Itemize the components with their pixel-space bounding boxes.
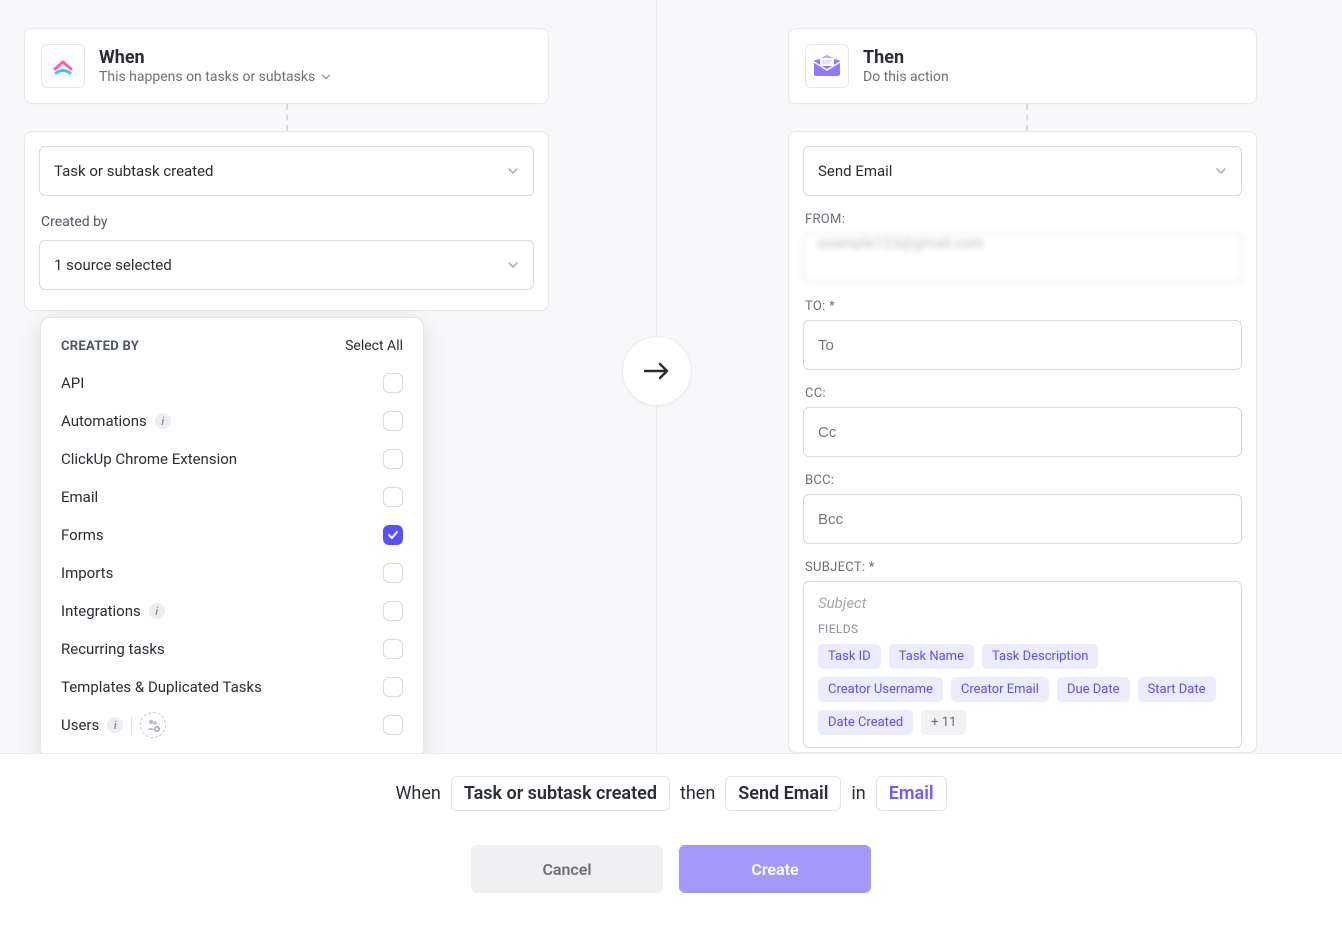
subject-box[interactable]: Subject FIELDS Task ID Task Name Task Desc… [803,581,1242,748]
summary-then-word: then [680,783,715,804]
option-checkbox[interactable] [383,715,403,735]
separator [131,716,132,734]
clickup-app-icon [41,44,85,88]
chevron-down-icon[interactable] [321,72,331,82]
created-by-option[interactable]: Imports [59,554,405,592]
subject-label: SUBJECT: * [805,560,1242,575]
cc-label: CC: [805,386,1242,401]
field-chip[interactable]: Start Date [1138,677,1216,702]
users-extra [131,712,166,738]
created-by-option[interactable]: Usersi [59,706,405,744]
add-people-icon[interactable] [140,712,166,738]
bcc-label: BCC: [805,473,1242,488]
created-by-option[interactable]: Automations i [59,402,405,440]
option-checkbox[interactable] [383,563,403,583]
option-label: Templates & Duplicated Tasks [61,678,262,696]
bcc-field[interactable] [803,494,1242,544]
envelope-icon [813,55,841,77]
summary-location-token[interactable]: Email [876,776,947,811]
fields-section-label: FIELDS [818,622,1227,636]
option-checkbox[interactable] [383,411,403,431]
trigger-event-value: Task or subtask created [54,162,214,180]
option-label: Forms [61,526,104,544]
connector-trigger-dash [286,104,288,131]
field-chip[interactable]: Due Date [1057,677,1130,702]
field-chip[interactable]: Creator Email [951,677,1049,702]
info-icon[interactable]: i [155,413,171,429]
create-button[interactable]: Create [679,845,871,893]
option-label: Email [61,488,98,506]
footer-bar: When Task or subtask created then Send E… [0,753,1342,928]
action-title: Then [863,47,949,69]
option-label: Recurring tasks [61,640,165,658]
action-header-card[interactable]: Then Do this action [788,28,1257,104]
created-by-option[interactable]: Recurring tasks [59,630,405,668]
trigger-event-select[interactable]: Task or subtask created [39,146,534,196]
flow-arrow-circle [622,336,692,406]
field-chip[interactable]: Date Created [818,710,913,735]
field-chip[interactable]: Task Name [889,644,974,669]
summary-in-word: in [851,783,865,804]
created-by-option[interactable]: Forms [59,516,405,554]
option-checkbox[interactable] [383,449,403,469]
chevron-down-icon [507,165,519,177]
field-chip[interactable]: Task ID [818,644,881,669]
arrow-right-icon [641,359,673,383]
created-by-option[interactable]: Email [59,478,405,516]
trigger-config-card: Task or subtask created Created by 1 sou… [24,131,549,311]
option-label: API [61,374,84,392]
created-by-popover: CREATED BY Select All API Automations i Cli… [40,317,424,759]
from-field: example123@gmail.com [803,233,1242,283]
option-checkbox[interactable] [383,639,403,659]
trigger-title: When [99,47,331,69]
field-chip-more[interactable]: + 11 [921,710,966,735]
chevron-down-icon [507,259,519,271]
option-checkbox[interactable] [383,373,403,393]
option-checkbox[interactable] [383,487,403,507]
automation-summary: When Task or subtask created then Send E… [395,776,946,811]
created-by-option[interactable]: Integrations i [59,592,405,630]
trigger-subtitle: This happens on tasks or subtasks [99,69,315,85]
trigger-header-card[interactable]: When This happens on tasks or subtasks [24,28,549,104]
action-config-card: Send Email FROM: example123@gmail.com TO… [788,131,1257,753]
created-by-option[interactable]: API [59,364,405,402]
chevron-down-icon [1215,165,1227,177]
subject-placeholder: Subject [818,594,1227,612]
created-by-value: 1 source selected [54,256,172,274]
created-by-option[interactable]: ClickUp Chrome Extension [59,440,405,478]
clickup-logo-icon [51,54,75,78]
option-label: ClickUp Chrome Extension [61,450,237,468]
option-checkbox[interactable] [383,677,403,697]
action-subtitle: Do this action [863,69,949,85]
field-chip[interactable]: Task Description [982,644,1098,669]
summary-trigger-token[interactable]: Task or subtask created [451,776,670,811]
action-type-select[interactable]: Send Email [803,146,1242,196]
info-icon[interactable]: i [149,603,165,619]
cancel-button[interactable]: Cancel [471,845,663,893]
connector-action-dash [1026,104,1028,131]
option-label: Automations [61,412,147,430]
to-label: TO: * [805,299,1242,314]
created-by-label: Created by [41,214,534,230]
summary-action-token[interactable]: Send Email [725,776,841,811]
option-checkbox[interactable] [383,601,403,621]
to-field[interactable] [803,320,1242,370]
option-checkbox[interactable] [383,525,403,545]
from-label: FROM: [805,212,1242,227]
option-label: Imports [61,564,113,582]
select-all-button[interactable]: Select All [345,338,403,354]
created-by-select[interactable]: 1 source selected [39,240,534,290]
action-type-value: Send Email [818,162,892,180]
option-label: Users [61,716,99,734]
cc-field[interactable] [803,407,1242,457]
created-by-option[interactable]: Templates & Duplicated Tasks [59,668,405,706]
summary-when-word: When [395,783,440,804]
field-chip[interactable]: Creator Username [818,677,943,702]
option-label: Integrations [61,602,141,620]
popover-title: CREATED BY [61,339,139,354]
info-icon[interactable]: i [107,717,123,733]
email-app-icon [805,44,849,88]
from-value: example123@gmail.com [818,234,984,252]
